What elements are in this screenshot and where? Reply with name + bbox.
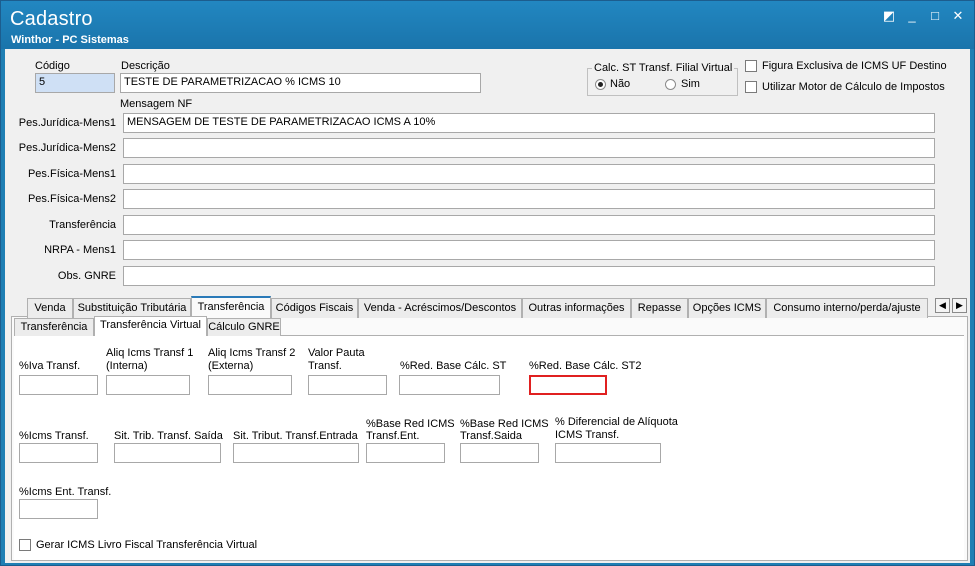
aliq-icms-transf1-label-b: (Interna) [106, 360, 148, 372]
valor-pauta-input[interactable] [308, 375, 387, 395]
codigo-label: Código [35, 60, 70, 72]
close-icon[interactable]: ✕ [950, 9, 966, 25]
dif-aliq-label-b: ICMS Transf. [555, 429, 620, 441]
dif-aliq-label-a: % Diferencial de Alíquota [555, 416, 678, 428]
base-red-saida-label-a: %Base Red ICMS [460, 418, 549, 430]
window-subtitle: Winthor - PC Sistemas [11, 34, 129, 46]
subtab-transferencia[interactable]: Transferência [14, 318, 94, 336]
aliq-icms-transf2-input[interactable] [208, 375, 292, 395]
window-title: Cadastro [10, 8, 93, 30]
tab-substituicao-tributaria[interactable]: Substituição Tributária [73, 298, 191, 318]
msg-label-pj2: Pes.Jurídica-Mens2 [18, 142, 116, 154]
tab-venda[interactable]: Venda [27, 298, 73, 318]
red-base-st2-label: %Red. Base Cálc. ST2 [529, 360, 642, 372]
msg-input-pf2[interactable] [123, 189, 935, 209]
red-base-st-input[interactable] [399, 375, 500, 395]
red-base-st2-input[interactable] [529, 375, 607, 395]
sit-trib-saida-input[interactable] [114, 443, 221, 463]
descricao-label: Descrição [121, 60, 170, 72]
icms-ent-transf-label: %Icms Ent. Transf. [19, 486, 112, 498]
figura-exclusiva-checkbox[interactable] [745, 60, 757, 72]
figura-exclusiva-label: Figura Exclusiva de ICMS UF Destino [762, 60, 947, 72]
msg-label-transferencia: Transferência [49, 219, 116, 231]
msg-label-pj1: Pes.Jurídica-Mens1 [18, 117, 116, 129]
aliq-icms-transf1-label-a: Aliq Icms Transf 1 [106, 347, 194, 359]
red-base-st-label: %Red. Base Cálc. ST [400, 360, 507, 372]
form-content: Código 5 Descrição TESTE DE PARAMETRIZAC… [5, 49, 970, 563]
mensagem-nf-label: Mensagem NF [120, 98, 193, 110]
base-red-ent-label-a: %Base Red ICMS [366, 418, 455, 430]
dif-aliq-input[interactable] [555, 443, 661, 463]
tab-outras-informacoes[interactable]: Outras informações [522, 298, 631, 318]
gerar-icms-livro-label: Gerar ICMS Livro Fiscal Transferência Vi… [36, 539, 258, 551]
valor-pauta-label-a: Valor Pauta [308, 347, 365, 359]
valor-pauta-label-b: Transf. [308, 360, 342, 372]
aliq-icms-transf2-label-b: (Externa) [208, 360, 254, 372]
radio-sim[interactable] [665, 79, 676, 90]
iva-transf-input[interactable] [19, 375, 98, 395]
msg-input-nrpa[interactable] [123, 240, 935, 260]
motor-calculo-checkbox[interactable] [745, 81, 757, 93]
codigo-input[interactable]: 5 [35, 73, 115, 93]
tab-scroll-left-icon[interactable]: ◀ [935, 298, 950, 313]
maximize-icon[interactable]: □ [927, 9, 943, 25]
msg-input-pj1[interactable]: MENSAGEM DE TESTE DE PARAMETRIZACAO ICMS… [123, 113, 935, 133]
subtab-calculo-gnre[interactable]: Cálculo GNRE [207, 318, 281, 336]
msg-label-pf2: Pes.Física-Mens2 [27, 193, 116, 205]
base-red-saida-input[interactable] [460, 443, 539, 463]
base-red-ent-label-b: Transf.Ent. [366, 430, 420, 442]
msg-label-pf1: Pes.Física-Mens1 [27, 168, 116, 180]
gerar-icms-livro-checkbox[interactable] [19, 539, 31, 551]
msg-input-pj2[interactable] [123, 138, 935, 158]
sit-trib-entrada-input[interactable] [233, 443, 359, 463]
tab-codigos-fiscais[interactable]: Códigos Fiscais [271, 298, 358, 318]
tab-opcoes-icms[interactable]: Opções ICMS [688, 298, 766, 318]
tab-scroll-right-icon[interactable]: ▶ [952, 298, 967, 313]
motor-calculo-label: Utilizar Motor de Cálculo de Impostos [762, 81, 945, 93]
msg-input-transferencia[interactable] [123, 215, 935, 235]
base-red-saida-label-b: Transf.Saida [460, 430, 522, 442]
cadastro-window: Cadastro Winthor - PC Sistemas ◩ _ □ ✕ C… [0, 0, 975, 566]
sit-trib-saida-label: Sit. Trib. Transf. Saída [114, 430, 223, 442]
tab-venda-acrescimos[interactable]: Venda - Acréscimos/Descontos [358, 298, 522, 318]
calc-st-group-label: Calc. ST Transf. Filial Virtual [592, 62, 735, 74]
radio-sim-label: Sim [681, 78, 700, 90]
icms-transf-input[interactable] [19, 443, 98, 463]
icms-ent-transf-input[interactable] [19, 499, 98, 519]
radio-nao-label: Não [610, 78, 631, 90]
aliq-icms-transf2-label-a: Aliq Icms Transf 2 [208, 347, 296, 359]
icms-transf-label: %Icms Transf. [19, 430, 89, 442]
msg-label-obs-gnre: Obs. GNRE [57, 270, 116, 282]
msg-input-obs-gnre[interactable] [123, 266, 935, 286]
subtab-transferencia-virtual[interactable]: Transferência Virtual [94, 316, 207, 336]
iva-transf-label: %Iva Transf. [19, 360, 81, 372]
msg-input-pf1[interactable] [123, 164, 935, 184]
restore-icon[interactable]: ◩ [881, 9, 897, 25]
tab-consumo-interno[interactable]: Consumo interno/perda/ajuste [766, 298, 928, 318]
msg-label-nrpa: NRPA - Mens1 [44, 244, 116, 256]
descricao-input[interactable]: TESTE DE PARAMETRIZACAO % ICMS 10 [120, 73, 481, 93]
minimize-icon[interactable]: _ [904, 9, 920, 25]
tab-repasse[interactable]: Repasse [631, 298, 688, 318]
base-red-ent-input[interactable] [366, 443, 445, 463]
radio-nao[interactable] [595, 79, 606, 90]
aliq-icms-transf1-input[interactable] [106, 375, 190, 395]
sit-trib-entrada-label: Sit. Tribut. Transf.Entrada [233, 430, 358, 442]
tab-transferencia[interactable]: Transferência [191, 296, 271, 318]
title-bar[interactable]: Cadastro Winthor - PC Sistemas ◩ _ □ ✕ [1, 1, 974, 49]
